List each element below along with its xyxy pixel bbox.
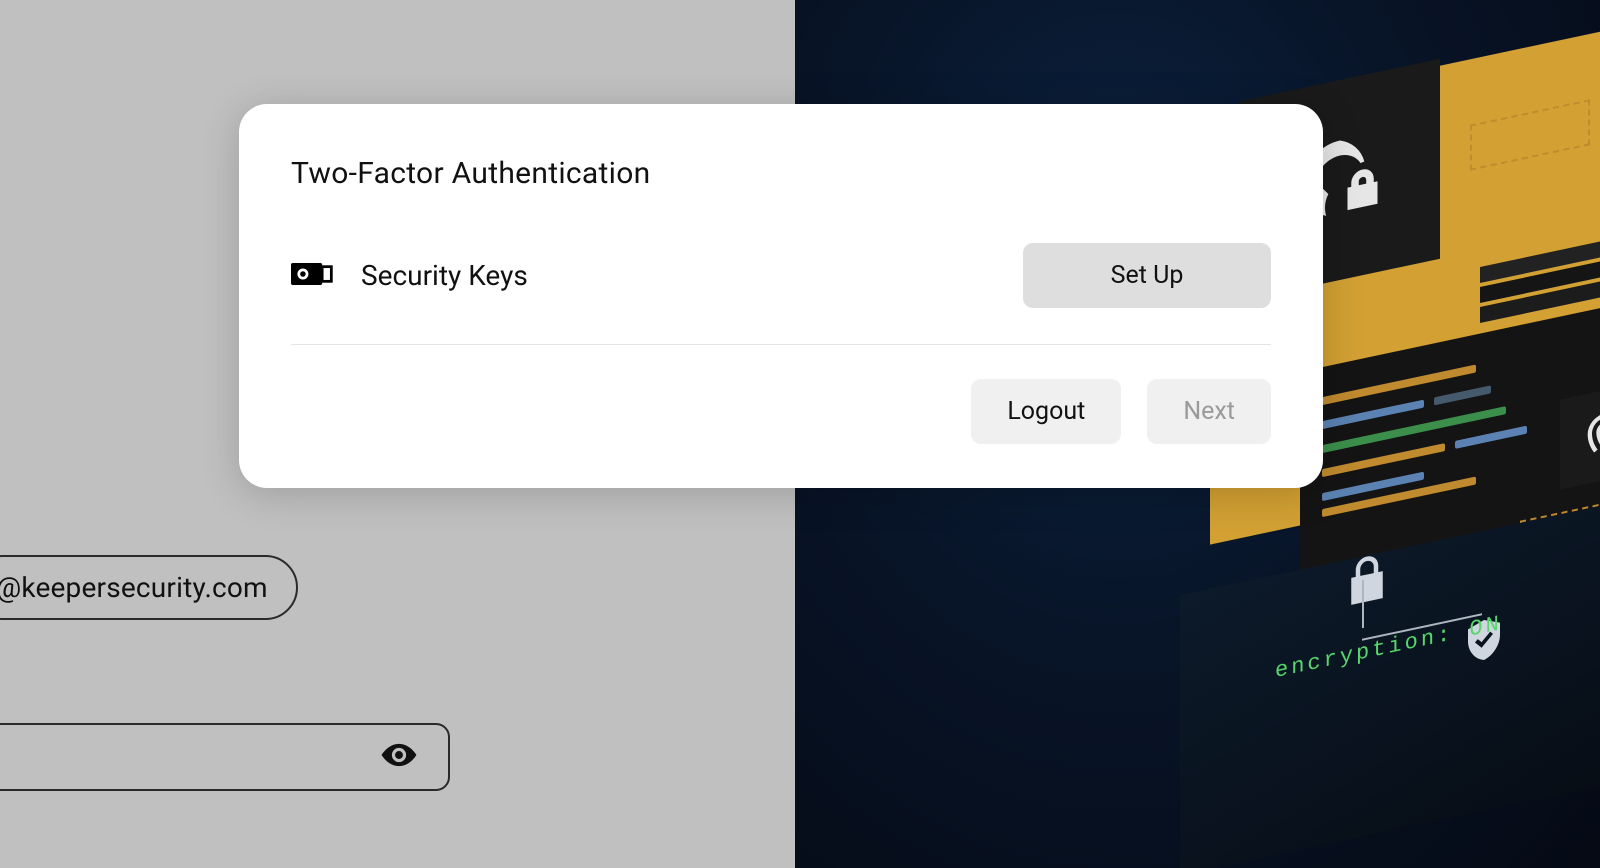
setup-button[interactable]: Set Up xyxy=(1023,243,1271,308)
security-key-icon xyxy=(291,260,361,292)
method-label: Security Keys xyxy=(361,259,1023,292)
logout-button[interactable]: Logout xyxy=(971,379,1121,444)
modal-title: Two-Factor Authentication xyxy=(291,156,1271,191)
next-button[interactable]: Next xyxy=(1147,379,1271,444)
method-row-security-keys: Security Keys Set Up xyxy=(291,243,1271,345)
two-factor-modal: Two-Factor Authentication Security Keys … xyxy=(239,104,1323,488)
modal-footer: Logout Next xyxy=(291,379,1271,444)
